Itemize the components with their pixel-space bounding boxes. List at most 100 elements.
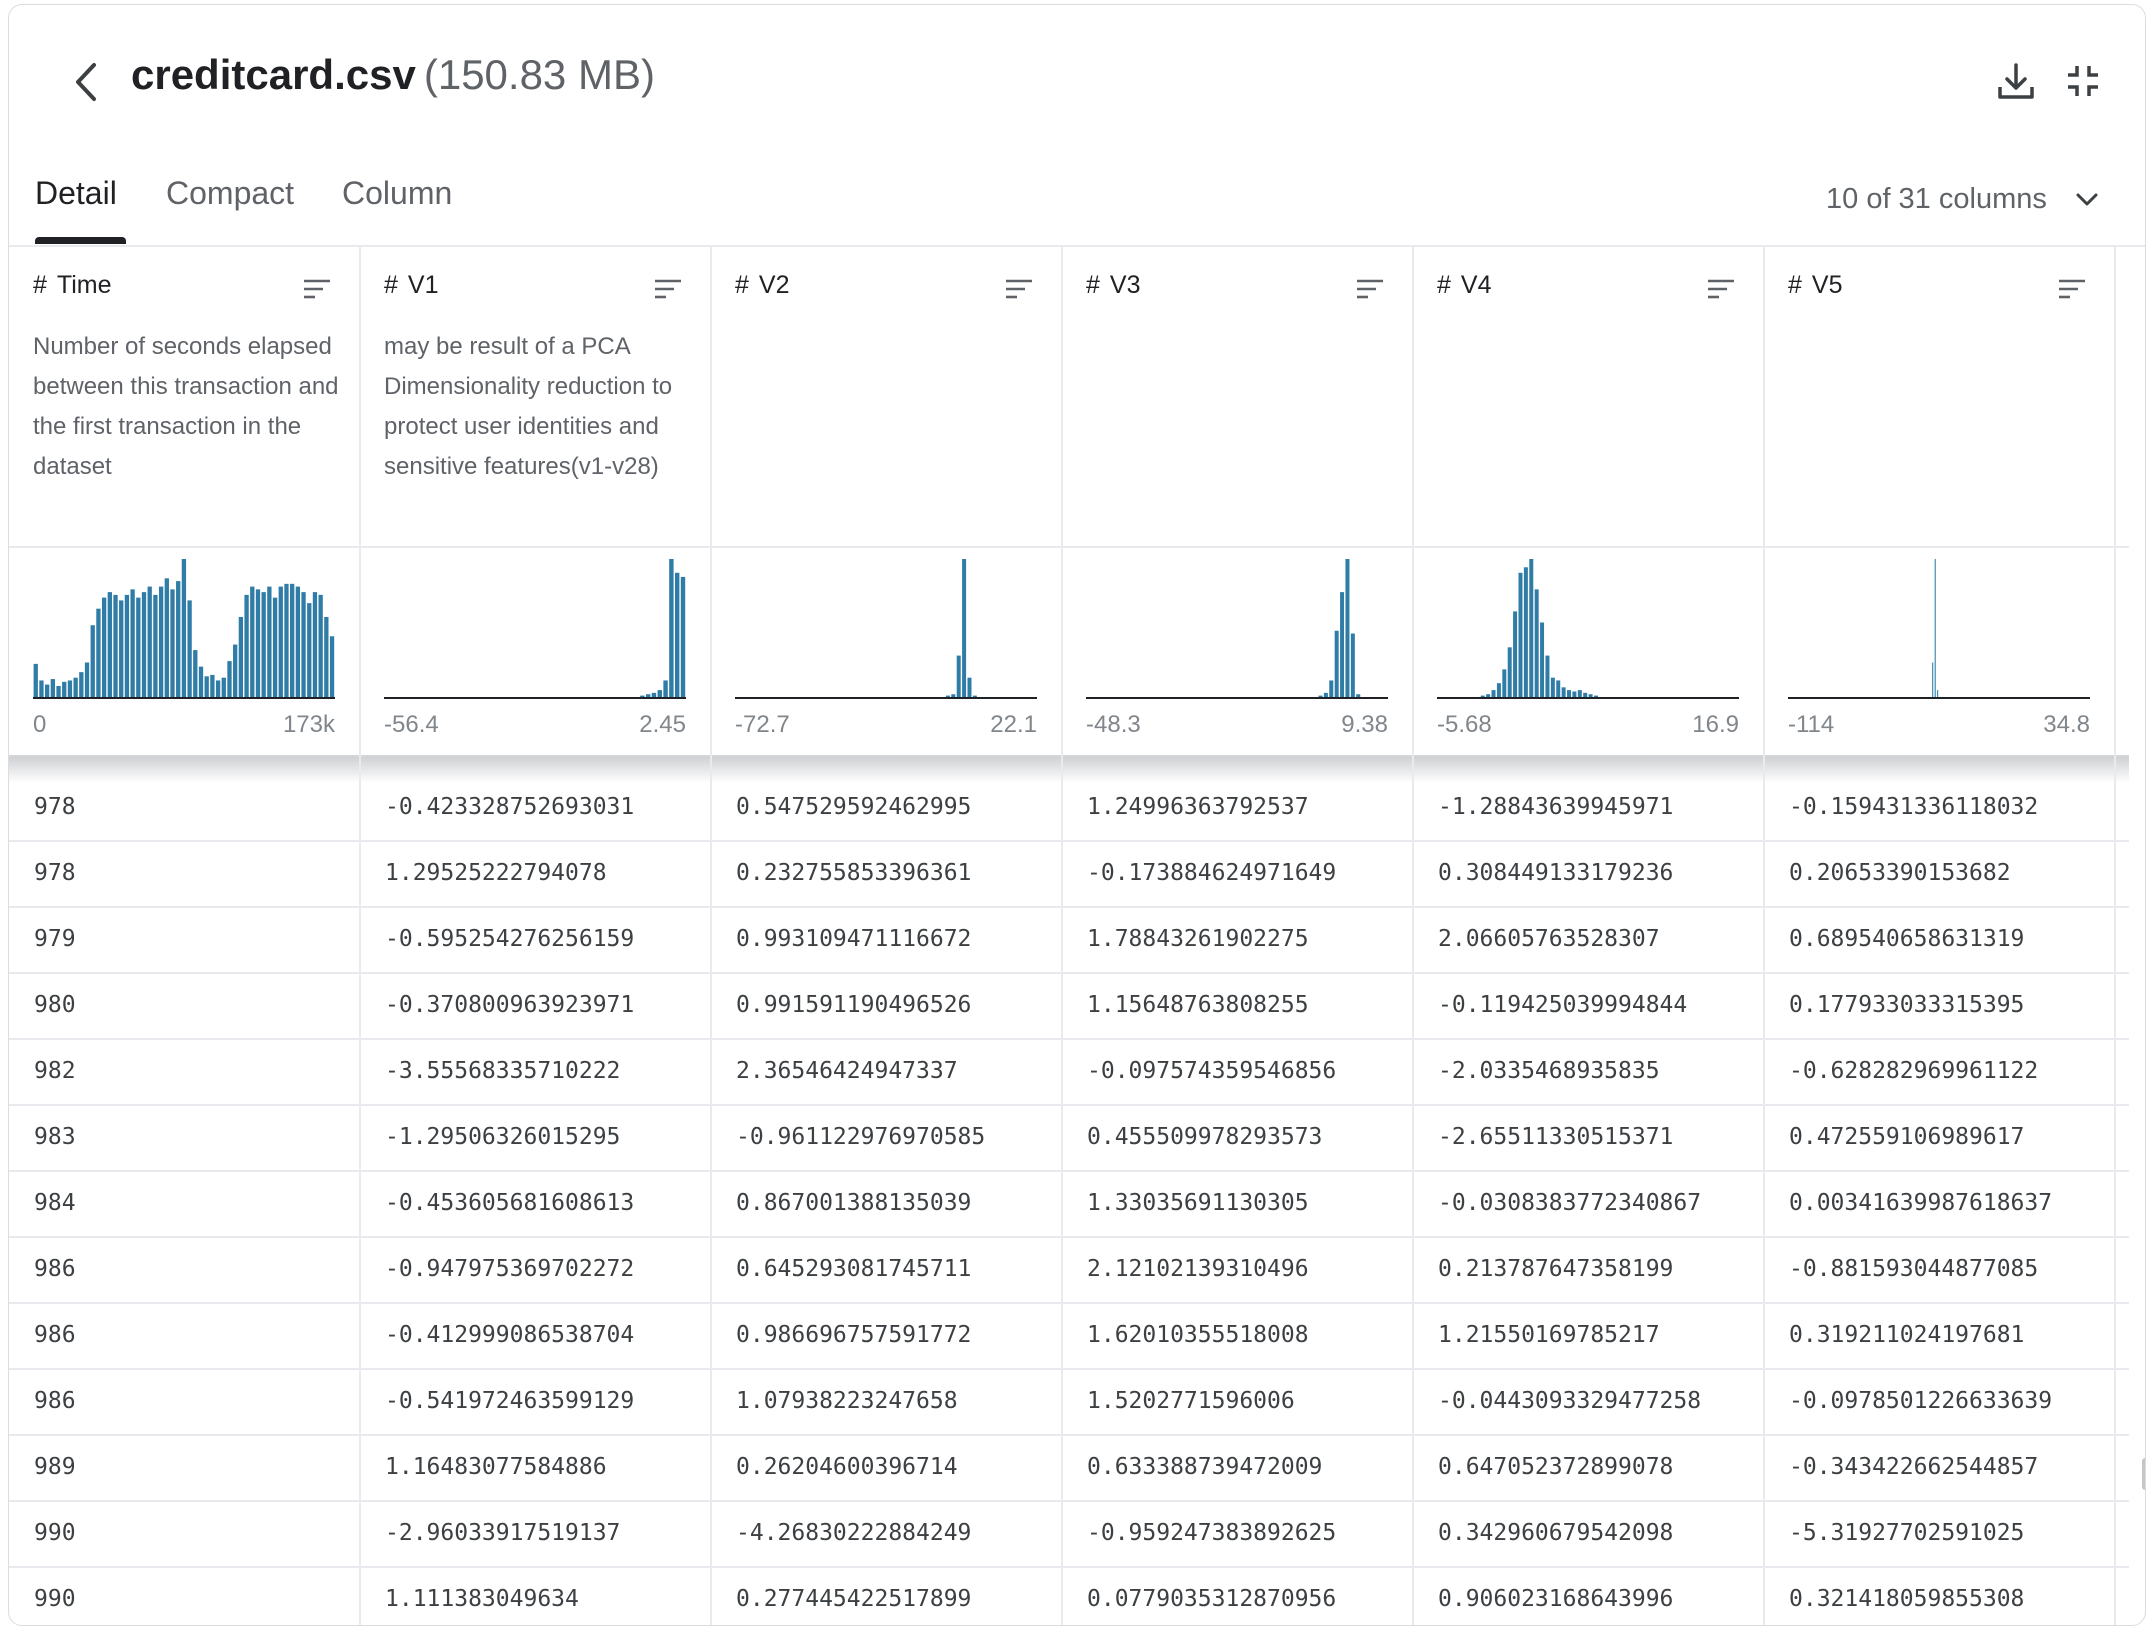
table-cell[interactable]: 1.111383049634 [385,1566,579,1625]
table-cell[interactable]: 0.26204600396714 [736,1434,958,1500]
table-cell[interactable]: -1.28843639945971 [1438,774,1673,840]
table-cell[interactable]: 1.07938223247658 [736,1368,958,1434]
table-cell[interactable]: 0.867001388135039 [736,1170,971,1236]
table-cell[interactable]: 0.232755853396361 [736,840,971,906]
table-cell[interactable]: 2.12102139310496 [1087,1236,1309,1302]
column-title[interactable]: # V4 [1437,271,1492,300]
table-cell[interactable]: 0.689540658631319 [1789,906,2024,972]
table-cell[interactable]: -0.959247383892625 [1087,1500,1336,1566]
sort-icon[interactable] [302,277,332,301]
table-cell[interactable]: 0.547529592462995 [736,774,971,840]
table-cell[interactable]: 1.21550169785217 [1438,1302,1660,1368]
table-cell[interactable]: -0.119425039994844 [1438,972,1687,1038]
table-cell[interactable]: 978 [34,840,76,906]
table-cell[interactable]: -0.541972463599129 [385,1368,634,1434]
table-cell[interactable]: -2.65511330515371 [1438,1104,1673,1170]
table-cell[interactable]: 0.633388739472009 [1087,1434,1322,1500]
table-cell[interactable]: -0.370800963923971 [385,972,634,1038]
collapse-fullscreen-icon[interactable] [2061,59,2105,103]
table-cell[interactable]: 979 [34,906,76,972]
table-cell[interactable]: 0.177933033315395 [1789,972,2024,1038]
table-cell[interactable]: 1.24996363792537 [1087,774,1309,840]
table-cell[interactable]: 0.645293081745711 [736,1236,971,1302]
table-cell[interactable]: -0.343422662544857 [1789,1434,2038,1500]
table-cell[interactable]: -3.55568335710222 [385,1038,620,1104]
table-cell[interactable]: 2.06605763528307 [1438,906,1660,972]
table-cell[interactable]: 0.20653390153682 [1789,840,2011,906]
table-cell[interactable]: -0.0443093329477258 [1438,1368,1701,1434]
table-cell[interactable]: 0.647052372899078 [1438,1434,1673,1500]
histogram[interactable] [1086,559,1388,699]
table-cell[interactable]: 982 [34,1038,76,1104]
table-cell[interactable]: 1.33035691130305 [1087,1170,1309,1236]
column-title[interactable]: # V2 [735,271,790,300]
table-cell[interactable]: -0.423328752693031 [385,774,634,840]
column-selector[interactable]: 10 of 31 columns [1826,183,2047,216]
tab-column[interactable]: Column [342,175,452,212]
table-cell[interactable]: -0.097574359546856 [1087,1038,1336,1104]
table-cell[interactable]: 986 [34,1302,76,1368]
table-cell[interactable]: 984 [34,1170,76,1236]
table-cell[interactable]: 983 [34,1104,76,1170]
table-cell[interactable]: 0.472559106989617 [1789,1104,2024,1170]
table-cell[interactable]: 989 [34,1434,76,1500]
table-cell[interactable]: 990 [34,1566,76,1625]
table-cell[interactable]: 980 [34,972,76,1038]
table-cell[interactable]: 990 [34,1500,76,1566]
table-cell[interactable]: 0.213787647358199 [1438,1236,1673,1302]
histogram[interactable] [33,559,335,699]
back-arrow-icon[interactable] [66,57,106,107]
table-cell[interactable]: -0.173884624971649 [1087,840,1336,906]
table-cell[interactable]: 1.78843261902275 [1087,906,1309,972]
table-cell[interactable]: 2.36546424947337 [736,1038,958,1104]
table-cell[interactable]: -0.159431336118032 [1789,774,2038,840]
column-title[interactable]: # V1 [384,271,439,300]
table-cell[interactable]: 978 [34,774,76,840]
sort-icon[interactable] [1004,277,1034,301]
column-title[interactable]: # V3 [1086,271,1141,300]
vertical-scrollbar[interactable] [2142,1458,2145,1490]
download-icon[interactable] [1994,59,2038,103]
table-cell[interactable]: 986 [34,1236,76,1302]
table-cell[interactable]: 1.62010355518008 [1087,1302,1309,1368]
table-cell[interactable]: -0.947975369702272 [385,1236,634,1302]
column-title[interactable]: # Time [33,271,112,300]
table-cell[interactable]: 0.986696757591772 [736,1302,971,1368]
table-cell[interactable]: 986 [34,1368,76,1434]
table-cell[interactable]: -2.0335468935835 [1438,1038,1660,1104]
tab-detail[interactable]: Detail [35,175,117,212]
table-cell[interactable]: -0.0308383772340867 [1438,1170,1701,1236]
histogram[interactable] [384,559,686,699]
table-cell[interactable]: -1.29506326015295 [385,1104,620,1170]
table-cell[interactable]: -5.31927702591025 [1789,1500,2024,1566]
histogram[interactable] [735,559,1037,699]
table-cell[interactable]: -4.26830222884249 [736,1500,971,1566]
table-cell[interactable]: 0.00341639987618637 [1789,1170,2052,1236]
histogram[interactable] [1437,559,1739,699]
table-cell[interactable]: 0.277445422517899 [736,1566,971,1625]
table-cell[interactable]: 0.342960679542098 [1438,1500,1673,1566]
sort-icon[interactable] [653,277,683,301]
table-cell[interactable]: -0.0978501226633639 [1789,1368,2052,1434]
table-cell[interactable]: 1.29525222794078 [385,840,607,906]
table-cell[interactable]: 0.319211024197681 [1789,1302,2024,1368]
sort-icon[interactable] [2057,277,2087,301]
table-cell[interactable]: 1.15648763808255 [1087,972,1309,1038]
table-cell[interactable]: -0.881593044877085 [1789,1236,2038,1302]
table-cell[interactable]: -0.453605681608613 [385,1170,634,1236]
table-cell[interactable]: 1.5202771596006 [1087,1368,1295,1434]
column-title[interactable]: # V5 [1788,271,1843,300]
table-cell[interactable]: 0.455509978293573 [1087,1104,1322,1170]
table-cell[interactable]: -0.961122976970585 [736,1104,985,1170]
table-cell[interactable]: 0.321418059855308 [1789,1566,2024,1625]
table-cell[interactable]: 0.993109471116672 [736,906,971,972]
histogram[interactable] [1788,559,2090,699]
table-cell[interactable]: -2.96033917519137 [385,1500,620,1566]
sort-icon[interactable] [1706,277,1736,301]
tab-compact[interactable]: Compact [166,175,294,212]
table-cell[interactable]: 0.906023168643996 [1438,1566,1673,1625]
table-cell[interactable]: 0.991591190496526 [736,972,971,1038]
table-cell[interactable]: -0.628282969961122 [1789,1038,2038,1104]
table-cell[interactable]: -0.595254276256159 [385,906,634,972]
chevron-down-icon[interactable] [2072,185,2102,215]
